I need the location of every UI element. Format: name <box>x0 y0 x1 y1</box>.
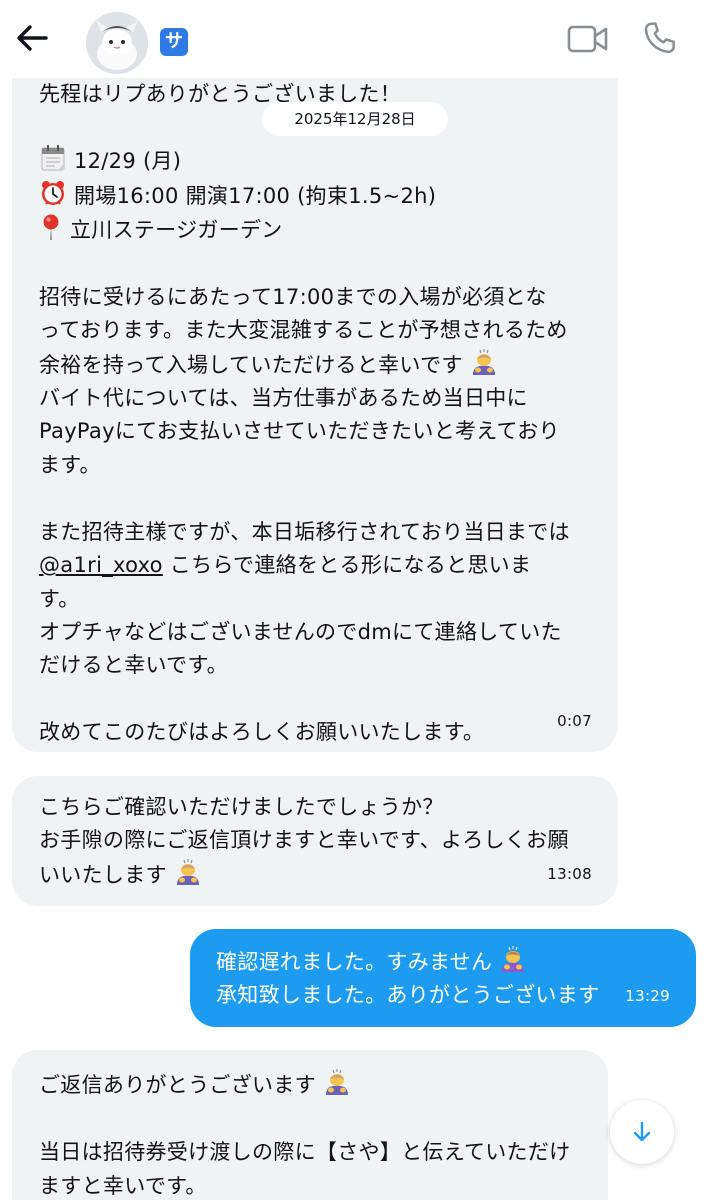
message-line: だけると幸いです。 <box>39 653 228 678</box>
message-timestamp: 13:29 <box>625 986 670 1005</box>
alarm-clock-icon <box>42 180 64 205</box>
message-timestamp: 13:08 <box>547 864 592 883</box>
message-line: ます。 <box>39 452 101 477</box>
message-line: 余裕を持って入場していただけると幸いです <box>39 352 463 377</box>
date-separator: 2025年12月28日 <box>262 102 448 136</box>
message-line: オプチャなどはございませんのでdmにて連絡していた <box>39 619 562 644</box>
outgoing-message-bubble[interactable]: 確認遅れました。すみません 承知致しました。ありがとうございます 13:29 <box>190 929 696 1027</box>
back-button[interactable] <box>12 18 52 58</box>
event-venue-line: 立川ステージガーデン <box>39 213 618 247</box>
bowing-person-icon <box>176 858 199 885</box>
message-line: 当日は招待券受け渡しの際に【さや】と伝えていただけ <box>39 1140 571 1165</box>
message-line: 改めてこのたびはよろしくお願いいたします。 <box>39 720 485 745</box>
message-line: 12/29 (月) <box>73 149 182 174</box>
message-line: 開場16:00 開演17:00 (拘束1.5~2h) <box>73 183 437 208</box>
message-line: お手隙の際にご返信頂けますと幸いです、よろしくお願 <box>39 828 569 853</box>
avatar[interactable] <box>86 12 148 74</box>
bowing-person-icon <box>325 1069 348 1095</box>
conversation-header: サ <box>0 0 712 78</box>
incoming-message-bubble[interactable]: こちらご確認いただけましたでしょうか？ お手隙の際にご返信頂けますと幸いです、よ… <box>12 776 618 906</box>
message-line-with-emoji: ご返信ありがとうございます <box>39 1068 608 1102</box>
back-arrow-icon <box>17 25 48 51</box>
phone-call-button[interactable] <box>640 18 680 58</box>
message-line: 確認遅れました。すみません <box>216 950 493 974</box>
arrow-down-icon <box>633 1121 651 1142</box>
video-call-button[interactable] <box>566 20 610 58</box>
scroll-to-bottom-button[interactable] <box>610 1100 674 1164</box>
message-line: こちらご確認いただけましたでしょうか？ <box>39 795 444 819</box>
phone-icon <box>644 22 675 54</box>
message-line-with-emoji: 余裕を持って入場していただけると幸いです <box>39 348 618 382</box>
message-line: 立川ステージガーデン <box>69 217 283 242</box>
message-line: いいたします <box>39 862 167 887</box>
calendar-icon <box>41 145 65 171</box>
round-pushpin-icon <box>43 214 59 240</box>
incoming-message-bubble[interactable]: 先程はリプありがとうございました！ 12/29 (月) 開場16:00 開演17… <box>12 40 618 752</box>
message-line: バイト代については、当方仕事があるため当日中に <box>39 386 528 411</box>
name-badge: サ <box>160 28 188 56</box>
message-line-with-mention: @a1ri_xoxo こちらで連絡をとる形になると思いま <box>39 549 618 582</box>
message-line: PayPayにてお支払いさせていただきたいと考えており <box>39 419 560 444</box>
message-line: 承知致しました。ありがとうございます <box>216 983 600 1008</box>
message-line: 招待に受けるにあたって17:00までの入場が必須とな <box>39 285 547 310</box>
incoming-message-bubble[interactable]: ご返信ありがとうございます 当日は招待券受け渡しの際に【さや】と伝えていただけ … <box>12 1050 608 1200</box>
event-date-line: 12/29 (月) <box>39 144 618 178</box>
message-line-with-emoji: いいたします <box>39 858 618 892</box>
message-line: ご返信ありがとうございます <box>39 1073 316 1097</box>
message-line: ますと幸いです。 <box>39 1173 207 1198</box>
character-avatar-icon <box>86 12 148 74</box>
bowing-person-icon <box>502 946 525 972</box>
message-line: っております。また大変混雑することが予想されるため <box>39 318 568 343</box>
message-line-with-emoji: 確認遅れました。すみません <box>216 945 696 979</box>
message-line: こちらで連絡をとる形になると思いま <box>162 553 532 578</box>
video-camera-icon <box>567 25 608 53</box>
event-time-line: 開場16:00 開演17:00 (拘束1.5~2h) <box>39 179 618 213</box>
message-line: また招待主様ですが、本日垢移行されており当日までは <box>39 519 570 544</box>
bowing-person-icon <box>472 348 495 375</box>
message-line: す。 <box>39 586 80 611</box>
user-mention-link[interactable]: @a1ri_xoxo <box>39 553 163 577</box>
message-timestamp: 0:07 <box>557 711 592 730</box>
